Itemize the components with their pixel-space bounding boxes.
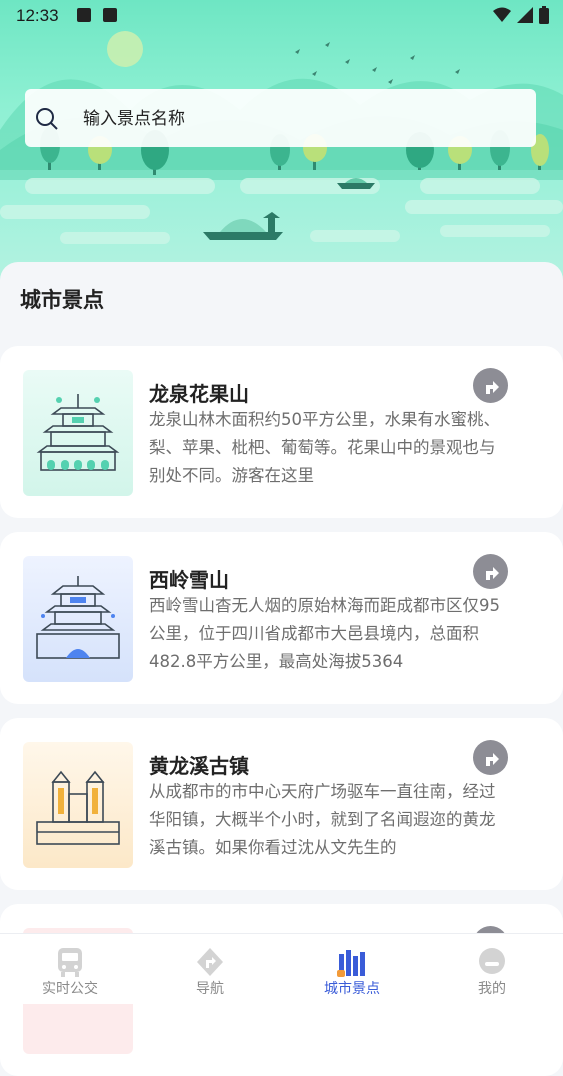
gate-icon [36, 770, 120, 845]
search-bar[interactable] [25, 89, 536, 147]
search-input[interactable] [81, 101, 525, 137]
hero-banner: 12:33 [0, 0, 563, 300]
spot-title: 龙泉花果山 [149, 382, 249, 406]
content-panel: 城市景点 龙泉花果山 龙泉山林木面积约50平方公里，水果有水蜜桃、梨、苹果、枇杷… [0, 262, 563, 1076]
navigation-icon [197, 948, 223, 976]
spot-thumbnail [23, 742, 133, 868]
city-icon [337, 950, 365, 977]
spot-thumbnail [23, 370, 133, 496]
bus-icon [58, 948, 82, 977]
palace-icon [36, 394, 120, 471]
turn-right-icon [485, 566, 499, 580]
tab-label: 城市景点 [324, 981, 380, 997]
spot-title: 黄龙溪古镇 [149, 754, 249, 778]
status-time: 12:33 [16, 6, 59, 25]
spot-description: 西岭雪山杳无人烟的原始林海而距成都市区仅95公里，位于四川省成都市大邑县境内，总… [149, 596, 500, 671]
wifi-icon [493, 7, 511, 22]
spot-description: 龙泉山林木面积约50平方公里，水果有水蜜桃、梨、苹果、枇杷、葡萄等。花果山中的景… [149, 410, 500, 485]
turn-right-icon [485, 380, 499, 394]
turn-right-icon [485, 752, 499, 766]
spot-thumbnail [23, 556, 133, 682]
bottom-tab-bar: 实时公交 导航 城市景点 我的 [0, 933, 563, 1004]
tab-label: 实时公交 [42, 981, 98, 997]
spot-title: 西岭雪山 [149, 568, 229, 592]
navigate-button[interactable] [473, 740, 508, 775]
tab-navigation[interactable]: 导航 [140, 934, 280, 1004]
spot-card-huanglongxi[interactable]: 黄龙溪古镇 从成都市的市中心天府广场驱车一直往南，经过华阳镇，大概半个小时，就到… [0, 718, 563, 890]
tab-label: 导航 [196, 981, 224, 997]
profile-icon [479, 948, 505, 974]
app-notification-icon [103, 8, 117, 22]
tab-realtime-bus[interactable]: 实时公交 [0, 934, 140, 1004]
tab-city-spots[interactable]: 城市景点 [282, 934, 422, 1004]
image-notification-icon [77, 8, 91, 22]
signal-icon [517, 7, 533, 23]
navigate-button[interactable] [473, 368, 508, 403]
status-indicators [493, 6, 549, 24]
spot-description: 从成都市的市中心天府广场驱车一直往南，经过华阳镇，大概半个小时，就到了名闻遐迩的… [149, 782, 496, 857]
section-title: 城市景点 [20, 288, 104, 312]
spot-card-longquan[interactable]: 龙泉花果山 龙泉山林木面积约50平方公里，水果有水蜜桃、梨、苹果、枇杷、葡萄等。… [0, 346, 563, 518]
status-bar: 12:33 [0, 0, 563, 32]
search-icon [36, 108, 58, 130]
tab-profile[interactable]: 我的 [422, 934, 562, 1004]
navigate-button[interactable] [473, 554, 508, 589]
landscape-illustration [0, 31, 563, 244]
battery-icon [539, 6, 549, 24]
tab-label: 我的 [478, 981, 506, 997]
tower-icon [36, 576, 120, 659]
spot-card-xiling[interactable]: 西岭雪山 西岭雪山杳无人烟的原始林海而距成都市区仅95公里，位于四川省成都市大邑… [0, 532, 563, 704]
